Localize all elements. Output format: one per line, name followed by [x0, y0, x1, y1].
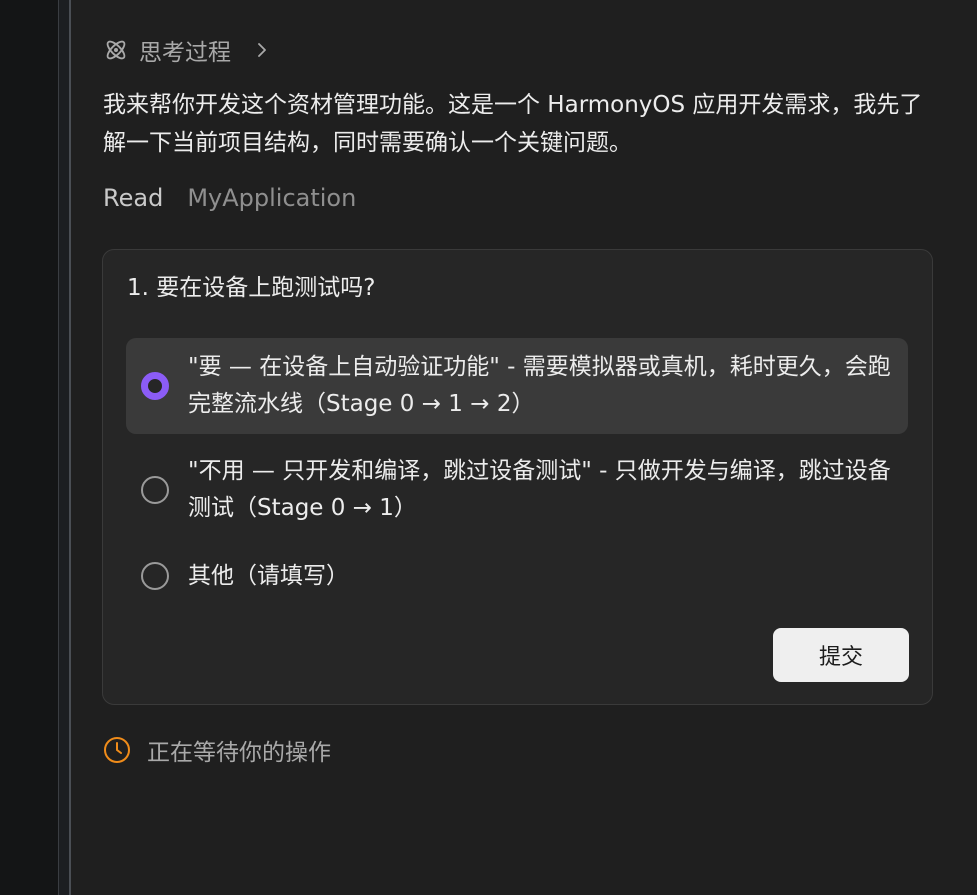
- radio-selected[interactable]: [141, 372, 169, 400]
- thinking-toggle[interactable]: 思考过程: [103, 33, 269, 67]
- status-text: 正在等待你的操作: [147, 740, 331, 766]
- option-run-on-device[interactable]: "要 — 在设备上自动验证功能" - 需要模拟器或真机，耗时更久，会跑完整流水线…: [126, 338, 908, 434]
- tool-call-verb: Read: [103, 184, 164, 212]
- assistant-message: 我来帮你开发这个资材管理功能。这是一个 HarmonyOS 应用开发需求，我先了…: [103, 92, 923, 156]
- question-title: 1. 要在设备上跑测试吗?: [127, 275, 376, 301]
- radio-unselected[interactable]: [141, 562, 169, 590]
- resize-handle[interactable]: [59, 0, 69, 895]
- chevron-right-icon: [258, 43, 266, 57]
- question-card: 1. 要在设备上跑测试吗? "要 — 在设备上自动验证功能" - 需要模拟器或真…: [102, 249, 933, 705]
- option-label: 其他（请填写）: [188, 563, 349, 589]
- option-label: "不用 — 只开发和编译，跳过设备测试" - 只做开发与编译，跳过设备测试（St…: [188, 458, 891, 521]
- left-gutter: [0, 0, 58, 895]
- chat-panel: 思考过程 我来帮你开发这个资材管理功能。这是一个 HarmonyOS 应用开发需…: [71, 0, 977, 895]
- tool-call-target: MyApplication: [187, 184, 357, 212]
- atom-icon: [106, 40, 126, 60]
- radio-unselected[interactable]: [141, 476, 169, 504]
- option-label: "要 — 在设备上自动验证功能" - 需要模拟器或真机，耗时更久，会跑完整流水线…: [188, 354, 891, 417]
- clock-icon: [104, 737, 130, 763]
- tool-call-read[interactable]: Read MyApplication: [103, 180, 356, 216]
- status-waiting: 正在等待你的操作: [103, 732, 331, 768]
- thinking-label: 思考过程: [139, 40, 231, 66]
- option-other[interactable]: 其他（请填写）: [126, 552, 908, 602]
- submit-button[interactable]: 提交: [773, 628, 909, 682]
- option-skip-device-test[interactable]: "不用 — 只开发和编译，跳过设备测试" - 只做开发与编译，跳过设备测试（St…: [126, 442, 908, 538]
